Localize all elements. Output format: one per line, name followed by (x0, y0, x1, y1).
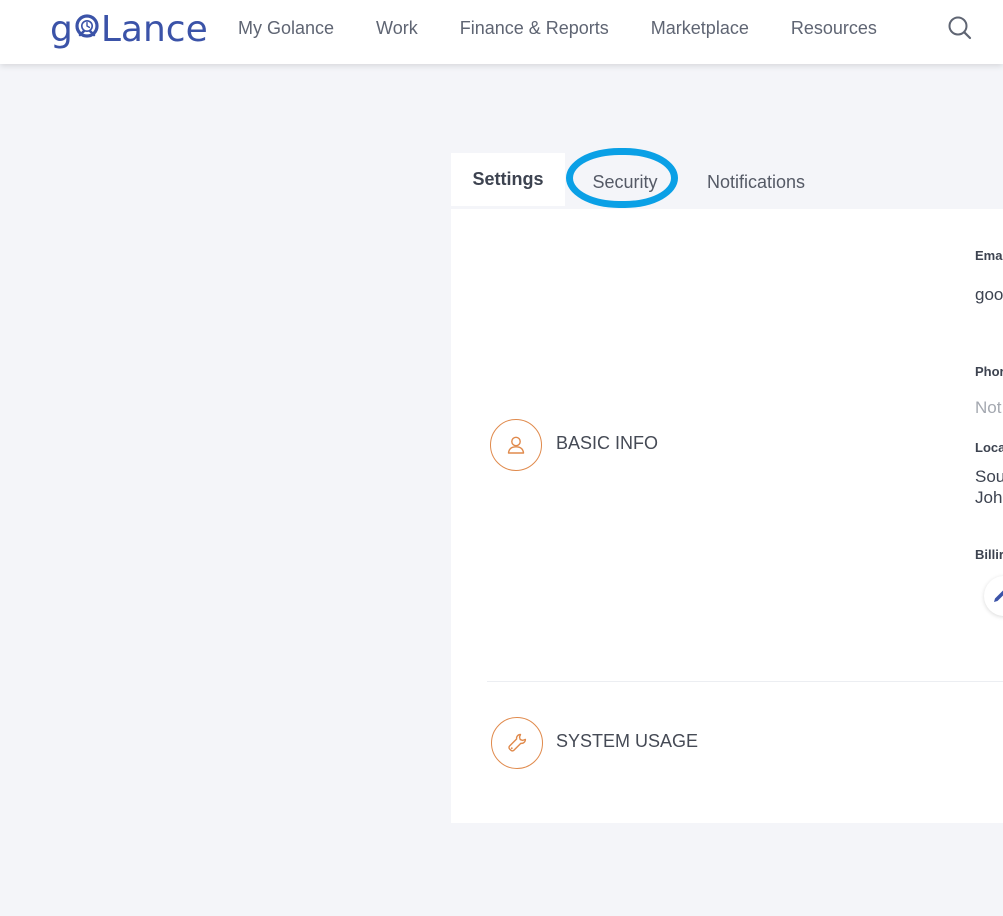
tab-notifications-label: Notifications (707, 172, 806, 192)
system-usage-icon-circle (491, 717, 543, 769)
location-value-line1: Sou (975, 467, 1003, 486)
billing-label: Billir (975, 547, 1003, 562)
golance-logo[interactable]: g Lance (50, 8, 208, 50)
settings-tabs: Settings Security Notifications (451, 148, 805, 209)
logo-text-left: g (50, 8, 73, 50)
location-value-line2: Joh (975, 488, 1003, 507)
email-label: Ema (975, 248, 1003, 263)
tab-settings[interactable]: Settings (451, 153, 565, 206)
tab-security[interactable]: Security (565, 148, 685, 209)
tab-security-label: Security (592, 172, 658, 192)
search-icon (948, 16, 972, 40)
email-value: goo (975, 285, 1003, 304)
nav-my-golance[interactable]: My Golance (238, 18, 334, 39)
nav-work[interactable]: Work (376, 18, 418, 39)
logo-text-right: Lance (100, 8, 208, 50)
basic-info-title: BASIC INFO (556, 433, 659, 453)
nav-resources[interactable]: Resources (791, 18, 877, 39)
tab-settings-label: Settings (472, 169, 544, 189)
phone-value: Not (975, 398, 1002, 417)
pencil-icon (994, 590, 1003, 602)
wrench-icon (508, 733, 527, 752)
user-icon (507, 436, 525, 454)
top-navigation-bar: g Lance My Golance Work Finance & Report… (0, 0, 1003, 64)
main-nav: My Golance Work Finance & Reports Market… (238, 0, 919, 56)
tab-notifications[interactable]: Notifications (685, 156, 805, 209)
search-button[interactable] (946, 14, 974, 42)
system-usage-title: SYSTEM USAGE (556, 731, 699, 751)
section-divider (487, 681, 1003, 682)
phone-label: Phor (975, 364, 1003, 379)
logo-clock-icon (75, 14, 99, 38)
nav-marketplace[interactable]: Marketplace (651, 18, 749, 39)
nav-finance-reports[interactable]: Finance & Reports (460, 18, 609, 39)
location-label: Loca (975, 440, 1003, 455)
basic-info-icon-circle (490, 419, 542, 471)
